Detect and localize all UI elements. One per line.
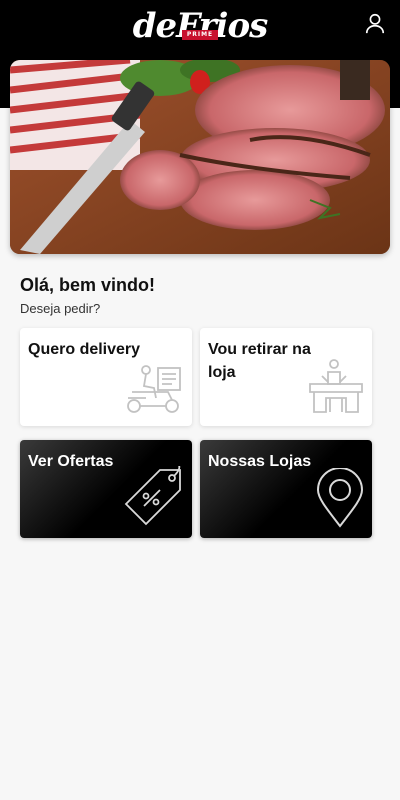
delivery-scooter-icon (127, 365, 181, 413)
offers-button[interactable]: Ver Ofertas (20, 440, 192, 538)
store-pickup-icon (309, 359, 363, 413)
discount-tag-icon (124, 466, 181, 526)
map-pin-icon (316, 468, 364, 528)
welcome-title: Olá, bem vindo! (20, 275, 156, 295)
user-icon[interactable] (364, 12, 386, 34)
store-pickup-button[interactable]: Vou retirar na loja (200, 328, 372, 426)
hero-banner (10, 60, 390, 254)
delivery-label: Quero delivery (28, 341, 141, 358)
brand-logo[interactable]: deFrios (0, 6, 400, 46)
roast-beef-photo (10, 60, 390, 254)
logo-text: deFrios (132, 6, 269, 46)
logo-tag: PRIME (182, 30, 218, 40)
delivery-button[interactable]: Quero delivery (20, 328, 192, 426)
stores-button[interactable]: Nossas Lojas (200, 440, 372, 538)
welcome-subtitle: Deseja pedir? (20, 301, 101, 316)
